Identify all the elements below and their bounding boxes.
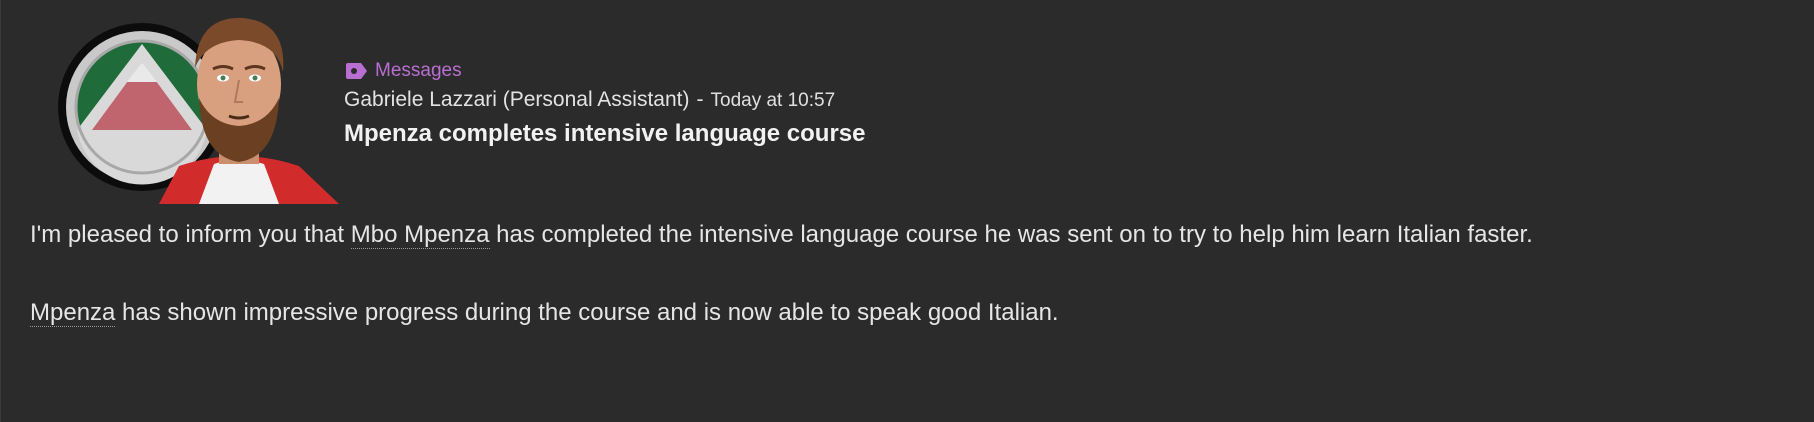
paragraph-1-intro: I'm pleased to inform you that [30, 221, 351, 248]
message-panel: Messages Gabriele Lazzari (Personal Assi… [0, 0, 1814, 422]
player-link-mpenza[interactable]: Mpenza [30, 299, 116, 327]
sender-separator: - [696, 88, 704, 111]
paragraph-2-rest: has shown impressive progress during the… [115, 299, 1059, 326]
paragraph-1-rest: has completed the intensive language cou… [489, 221, 1533, 248]
message-subject: Mpenza completes intensive language cour… [344, 120, 866, 147]
message-header: Messages Gabriele Lazzari (Personal Assi… [344, 58, 865, 148]
sender-name[interactable]: Gabriele Lazzari (Personal Assistant) [344, 88, 690, 111]
category-label: Messages [375, 60, 462, 81]
body-paragraph-2: Mpenza has shown impressive progress dur… [30, 297, 1800, 329]
message-category[interactable]: Messages [344, 58, 865, 84]
player-link-mbo-mpenza[interactable]: Mbo Mpenza [350, 221, 490, 249]
message-body: I'm pleased to inform you that Mbo Mpenz… [30, 219, 1800, 329]
tag-icon [346, 63, 367, 79]
message-timestamp: Today at 10:57 [710, 90, 836, 111]
sender-avatar [57, 6, 339, 204]
body-paragraph-1: I'm pleased to inform you that Mbo Mpenz… [30, 219, 1800, 251]
assistant-portrait-icon [159, 17, 339, 204]
sender-line: Gabriele Lazzari (Personal Assistant) - To… [344, 88, 865, 112]
